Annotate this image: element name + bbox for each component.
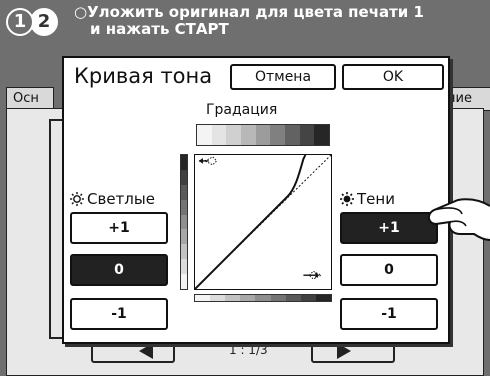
color-1-badge: 1: [6, 8, 34, 36]
highlights-plus1-button[interactable]: +1: [70, 212, 168, 244]
pointing-hand-icon: [428, 198, 490, 241]
highlights-0-button[interactable]: 0: [70, 254, 168, 286]
tone-curve-screen: 2 1 ○Уложить оригинал для цвета печати 1…: [0, 0, 490, 376]
message-bullet: ○: [74, 3, 88, 21]
arrow-right-icon: [303, 270, 323, 280]
sun-outline-icon: [70, 192, 84, 206]
arrow-right-icon: [337, 343, 351, 359]
shadows-0-button[interactable]: 0: [340, 254, 438, 286]
print-color-badge: 2 1: [6, 8, 60, 38]
shadows-text: Тени: [357, 190, 395, 208]
message-bar: 2 1 ○Уложить оригинал для цвета печати 1…: [0, 0, 490, 62]
horizontal-gray-scale: [194, 294, 332, 302]
shadows-label: Тени: [340, 190, 395, 208]
dialog-title: Кривая тона: [74, 64, 213, 88]
tone-curve-graph: [194, 154, 332, 290]
tone-curve-line: [195, 155, 307, 289]
highlights-minus1-button[interactable]: -1: [70, 298, 168, 330]
color-2-badge: 2: [30, 8, 58, 36]
gradation-label: Градация: [206, 102, 278, 118]
arrow-left-icon: [198, 156, 218, 166]
cancel-button[interactable]: Отмена: [230, 64, 336, 90]
shadows-minus1-button[interactable]: -1: [340, 298, 438, 330]
tone-curve-dialog: Кривая тона Отмена OK Градация Светлые +…: [62, 56, 450, 344]
sun-filled-icon: [340, 192, 354, 206]
ok-button[interactable]: OK: [342, 64, 444, 90]
gradation-bar: [196, 124, 330, 146]
message-line-2: и нажать СТАРТ: [90, 20, 229, 38]
page-indicator: 1 : 1/3: [229, 343, 268, 357]
highlights-text: Светлые: [87, 190, 155, 208]
vertical-gray-scale: [180, 154, 188, 290]
highlights-label: Светлые: [70, 190, 155, 208]
message-line-1: Уложить оригинал для цвета печати 1: [87, 3, 424, 21]
arrow-left-icon: [139, 343, 153, 359]
instruction-message: ○Уложить оригинал для цвета печати 1 и н…: [74, 4, 474, 38]
